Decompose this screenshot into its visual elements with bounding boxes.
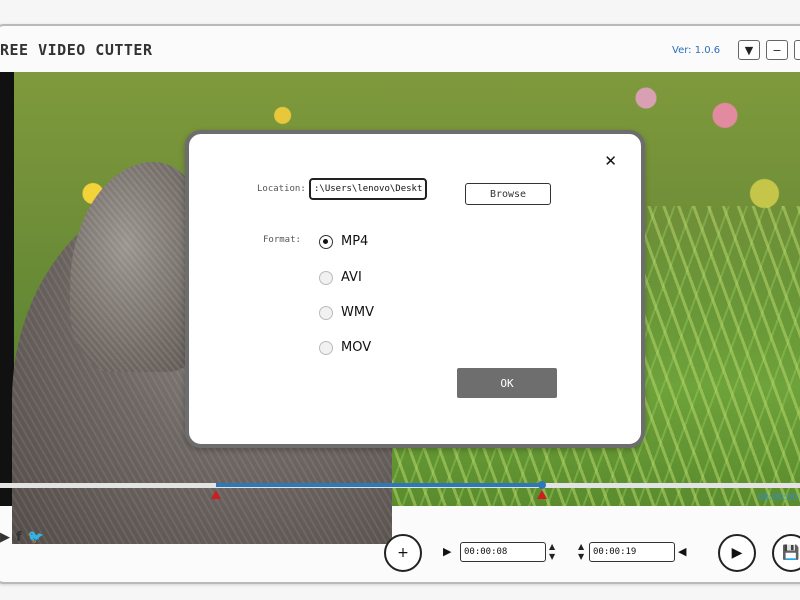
location-input[interactable]: [309, 178, 427, 200]
end-time-up[interactable]: ▲: [578, 543, 584, 551]
browse-button[interactable]: Browse: [465, 183, 551, 205]
format-option-avi[interactable]: AVI: [319, 270, 362, 285]
end-marker-icon[interactable]: [537, 490, 547, 499]
social-links: ▶ f 🐦: [0, 530, 44, 545]
format-option-label: AVI: [341, 270, 362, 285]
start-time-up[interactable]: ▲: [549, 543, 555, 551]
save-icon: 💾: [782, 545, 800, 561]
set-start-button[interactable]: ▶: [443, 545, 451, 558]
version-label: Ver: 1.0.6: [672, 45, 721, 56]
format-option-wmv[interactable]: WMV: [319, 305, 374, 320]
format-option-label: WMV: [341, 305, 374, 320]
radio-icon: [319, 234, 333, 249]
export-dialog: ✕ Location: Browse Format: MP4 AVI WMV M…: [185, 130, 645, 448]
close-window-button[interactable]: ✕: [794, 40, 800, 60]
app-title: REE VIDEO CUTTER: [0, 41, 153, 59]
preview-button[interactable]: ▶: [718, 534, 756, 572]
twitter-icon[interactable]: 🐦: [28, 530, 44, 545]
video-time-overlay: 00:00:00: [757, 493, 798, 503]
add-clip-button[interactable]: +: [384, 534, 422, 572]
minimize-button[interactable]: −: [766, 40, 788, 60]
preview-icon: ▶: [731, 545, 743, 561]
timeline-selection: [216, 483, 542, 487]
chevron-down-icon: ▼: [744, 43, 754, 57]
playhead-handle[interactable]: [538, 481, 546, 489]
radio-icon: [319, 340, 333, 355]
start-marker-icon[interactable]: [211, 490, 221, 499]
radio-icon: [319, 305, 333, 320]
start-time-input[interactable]: [460, 542, 546, 562]
format-option-mp4[interactable]: MP4: [319, 234, 368, 249]
minimize-icon: −: [772, 43, 782, 57]
format-option-label: MP4: [341, 234, 369, 249]
youtube-icon[interactable]: ▶: [0, 530, 10, 545]
title-bar: REE VIDEO CUTTER Ver: 1.0.6 ▼ − ✕: [0, 26, 800, 72]
end-time-input[interactable]: [589, 542, 675, 562]
set-end-button[interactable]: ◀: [678, 545, 686, 558]
start-time-down[interactable]: ▼: [549, 553, 555, 561]
format-option-mov[interactable]: MOV: [319, 340, 371, 355]
end-time-down[interactable]: ▼: [578, 553, 584, 561]
format-option-label: MOV: [341, 340, 372, 355]
ok-button[interactable]: OK: [457, 368, 557, 398]
format-label: Format:: [263, 235, 301, 245]
facebook-icon[interactable]: f: [16, 530, 22, 545]
add-clip-icon: +: [397, 545, 409, 561]
radio-icon: [319, 270, 333, 285]
location-label: Location:: [257, 184, 306, 194]
dialog-close-icon[interactable]: ✕: [604, 152, 617, 170]
menu-dropdown-button[interactable]: ▼: [738, 40, 760, 60]
